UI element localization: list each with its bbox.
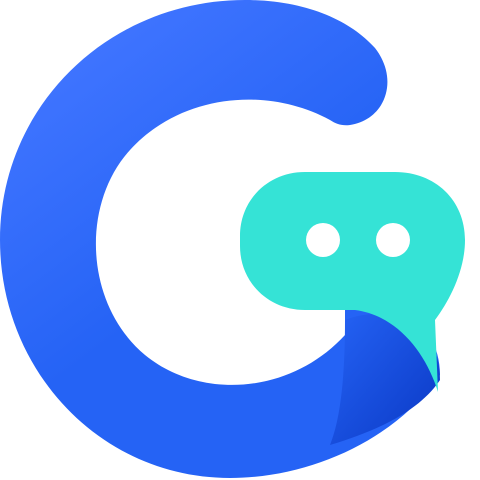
- dot-icon: [376, 223, 410, 257]
- g-chat-logo: [0, 0, 465, 478]
- logo-canvas: [0, 0, 480, 480]
- dot-icon: [306, 223, 340, 257]
